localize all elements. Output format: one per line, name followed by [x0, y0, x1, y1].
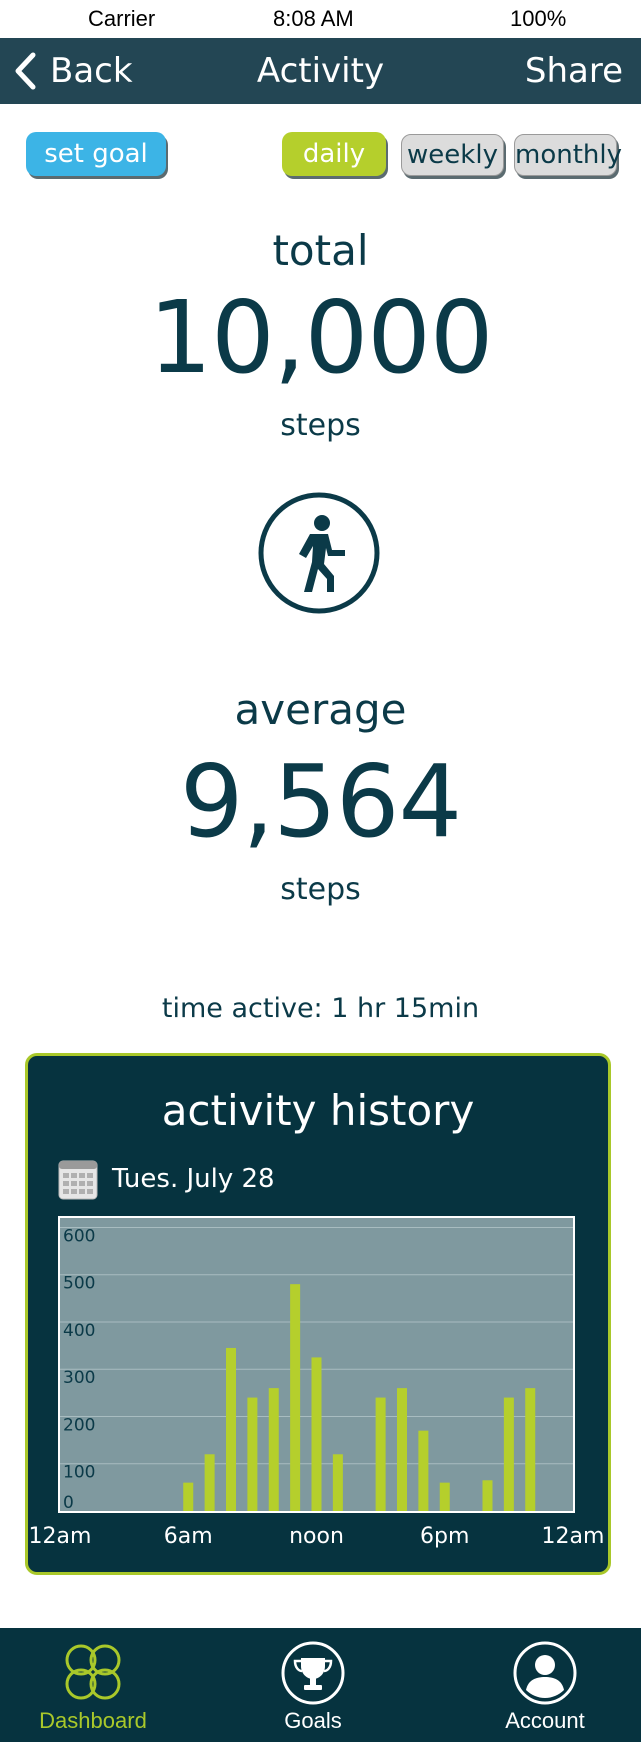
total-label: total: [272, 226, 369, 275]
status-bar: Carrier 8:08 AM 100%: [0, 0, 641, 38]
clover-icon: [65, 1644, 121, 1700]
calendar-icon[interactable]: [58, 1160, 98, 1200]
y-tick-label: 200: [63, 1415, 95, 1435]
trophy-icon: [281, 1641, 345, 1705]
history-date: Tues. July 28: [112, 1164, 275, 1194]
navigation-bar: Activity Back Share: [0, 38, 641, 104]
y-tick-label: 500: [63, 1274, 95, 1294]
tab-account-label: Account: [505, 1708, 585, 1733]
activity-history-title: activity history: [161, 1086, 475, 1135]
x-tick-label: noon: [289, 1524, 344, 1549]
back-label: Back: [50, 51, 133, 91]
tab-goals[interactable]: Goals: [233, 1628, 393, 1742]
chart-bar: [247, 1397, 258, 1511]
time-active-label: time active: 1 hr 15min: [161, 993, 480, 1024]
clock: 8:08 AM: [273, 6, 354, 31]
tab-daily[interactable]: daily: [282, 132, 386, 176]
tab-dashboard-label: Dashboard: [39, 1708, 147, 1733]
y-tick-label: 300: [63, 1368, 95, 1388]
chart-bar: [332, 1454, 343, 1511]
chart-bar: [268, 1388, 279, 1511]
chart-bar: [482, 1480, 493, 1511]
walking-person-icon: [258, 492, 380, 614]
activity-history-card: activity history Tues. July 28 0 100 200 30…: [25, 1053, 611, 1575]
total-steps-unit: steps: [280, 408, 361, 443]
chart-bar: [418, 1430, 429, 1511]
chart-bar: [226, 1347, 236, 1511]
chart-bar: [375, 1397, 386, 1511]
y-tick-label: 0: [63, 1493, 74, 1511]
average-steps-value: 9,564: [179, 743, 462, 860]
chart-bar: [503, 1397, 514, 1511]
chevron-left-icon: [15, 52, 36, 90]
battery-percentage: 100%: [510, 6, 567, 31]
bottom-tab-bar: Dashboard Goals Account: [0, 1628, 641, 1742]
x-tick-label: 6pm: [420, 1524, 470, 1549]
chart-canvas: 0 100 200 300 400 500 600: [60, 1226, 573, 1513]
y-tick-label: 600: [63, 1226, 95, 1246]
chart-bar: [204, 1454, 215, 1511]
total-steps-value: 10,000: [148, 279, 494, 396]
chart-bar: [525, 1388, 536, 1511]
tab-weekly[interactable]: weekly: [401, 134, 504, 176]
y-tick-label: 100: [63, 1463, 95, 1483]
tab-dashboard[interactable]: Dashboard: [13, 1628, 173, 1742]
chart-bar: [290, 1284, 301, 1511]
back-button[interactable]: Back: [14, 38, 133, 104]
tab-monthly[interactable]: monthly: [514, 134, 622, 176]
y-tick-label: 400: [63, 1321, 95, 1341]
x-tick-label: 12am: [28, 1524, 92, 1549]
carrier-label: Carrier: [88, 6, 156, 31]
user-icon: [513, 1641, 577, 1705]
tab-account[interactable]: Account: [465, 1628, 625, 1742]
tab-goals-label: Goals: [284, 1708, 342, 1733]
chart-bar: [183, 1482, 194, 1511]
x-tick-label: 12am: [541, 1524, 605, 1549]
chart-bar: [397, 1388, 407, 1511]
share-button[interactable]: Share: [525, 38, 623, 104]
average-steps-unit: steps: [280, 872, 361, 907]
average-label: average: [234, 685, 407, 734]
x-tick-label: 6am: [163, 1524, 213, 1549]
activity-bar-chart: 0 100 200 300 400 500 600: [58, 1216, 575, 1513]
set-goal-button[interactable]: set goal: [26, 132, 166, 176]
chart-bar: [439, 1482, 450, 1511]
chart-bar: [311, 1357, 322, 1511]
